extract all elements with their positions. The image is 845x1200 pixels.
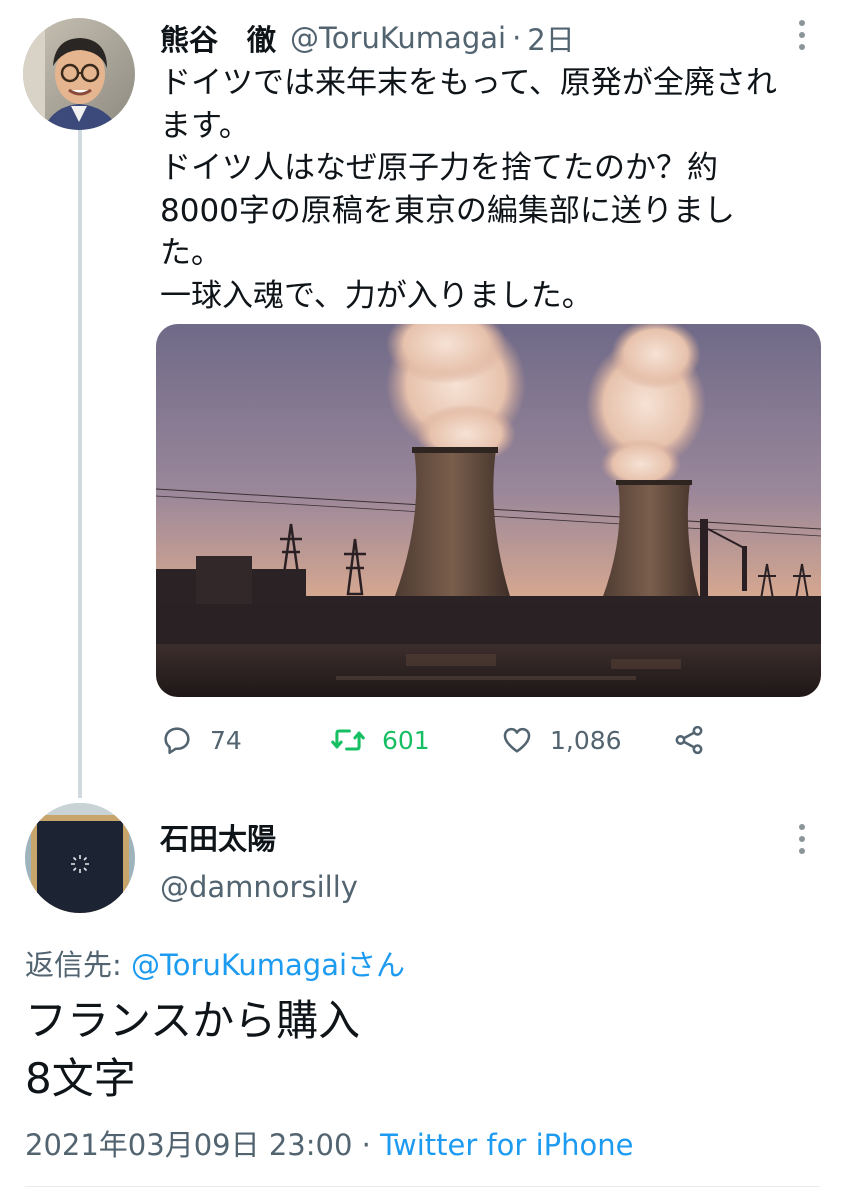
reply-text-line: フランスから購入 [25, 996, 361, 1045]
tweet-header: 熊谷 徹 @ToruKumagai · 2日 [160, 16, 575, 60]
avatar[interactable] [23, 18, 135, 130]
tweet-text: ドイツでは来年末をもって、原発が全廃され ます。 ドイツ人はなぜ原子力を捨てたの… [160, 62, 825, 317]
reply-author-handle[interactable]: @damnorsilly [160, 870, 358, 904]
author-avatar-photo [23, 18, 135, 130]
cooling-towers-photo [156, 324, 821, 697]
tweet-text-line: ドイツでは来年末をもって、原発が全廃され [160, 65, 777, 101]
avatar[interactable] [25, 803, 135, 913]
source-link[interactable]: Twitter for iPhone [380, 1128, 633, 1162]
more-options-icon[interactable] [797, 20, 807, 50]
thread-connector-line [78, 130, 82, 798]
share-icon [675, 725, 703, 755]
heart-icon [503, 727, 531, 753]
retweet-button[interactable]: 601 [330, 720, 430, 760]
tweet-text-line: た。 [160, 235, 222, 271]
retweet-count: 601 [382, 725, 430, 755]
reply-text: フランスから購入 8文字 [25, 992, 360, 1108]
author-name[interactable]: 熊谷 徹 [160, 17, 276, 59]
divider [25, 1186, 820, 1187]
reply-button[interactable]: 74 [160, 720, 242, 760]
tweet-text-line: ます。 [160, 107, 250, 144]
tweet-media-image[interactable] [156, 324, 821, 697]
like-button[interactable]: 1,086 [500, 720, 622, 760]
reply-icon [164, 727, 190, 755]
replying-to-link[interactable]: @ToruKumagaiさん [131, 948, 405, 982]
more-options-icon[interactable] [797, 824, 807, 854]
tweet-text-line: 一球入魂で、力が入りました。 [160, 277, 593, 314]
reply-count: 74 [210, 725, 242, 755]
share-button[interactable] [672, 720, 722, 760]
reply-author-name[interactable]: 石田太陽 [160, 816, 276, 858]
replying-to: 返信先: @ToruKumagaiさん [25, 942, 405, 984]
retweet-icon [331, 729, 365, 751]
tweet-time[interactable]: 2日 [527, 17, 574, 59]
reply-text-line: 8文字 [25, 1054, 136, 1103]
replying-to-label: 返信先: [25, 948, 122, 982]
reply-metadata: 2021年03月09日 23:00 · Twitter for iPhone [25, 1122, 633, 1164]
separator-dot: · [361, 1128, 371, 1162]
tweet-text-line: ドイツ人はなぜ原子力を捨てたのか？約 [160, 150, 718, 186]
separator-dot: · [512, 21, 522, 55]
like-count: 1,086 [550, 725, 622, 755]
author-handle[interactable]: @ToruKumagai [290, 21, 506, 55]
reply-timestamp[interactable]: 2021年03月09日 23:00 [25, 1128, 352, 1162]
reply-author-avatar-photo [25, 803, 135, 913]
tweet-text-line: 8000字の原稿を東京の編集部に送りまし [160, 192, 735, 229]
